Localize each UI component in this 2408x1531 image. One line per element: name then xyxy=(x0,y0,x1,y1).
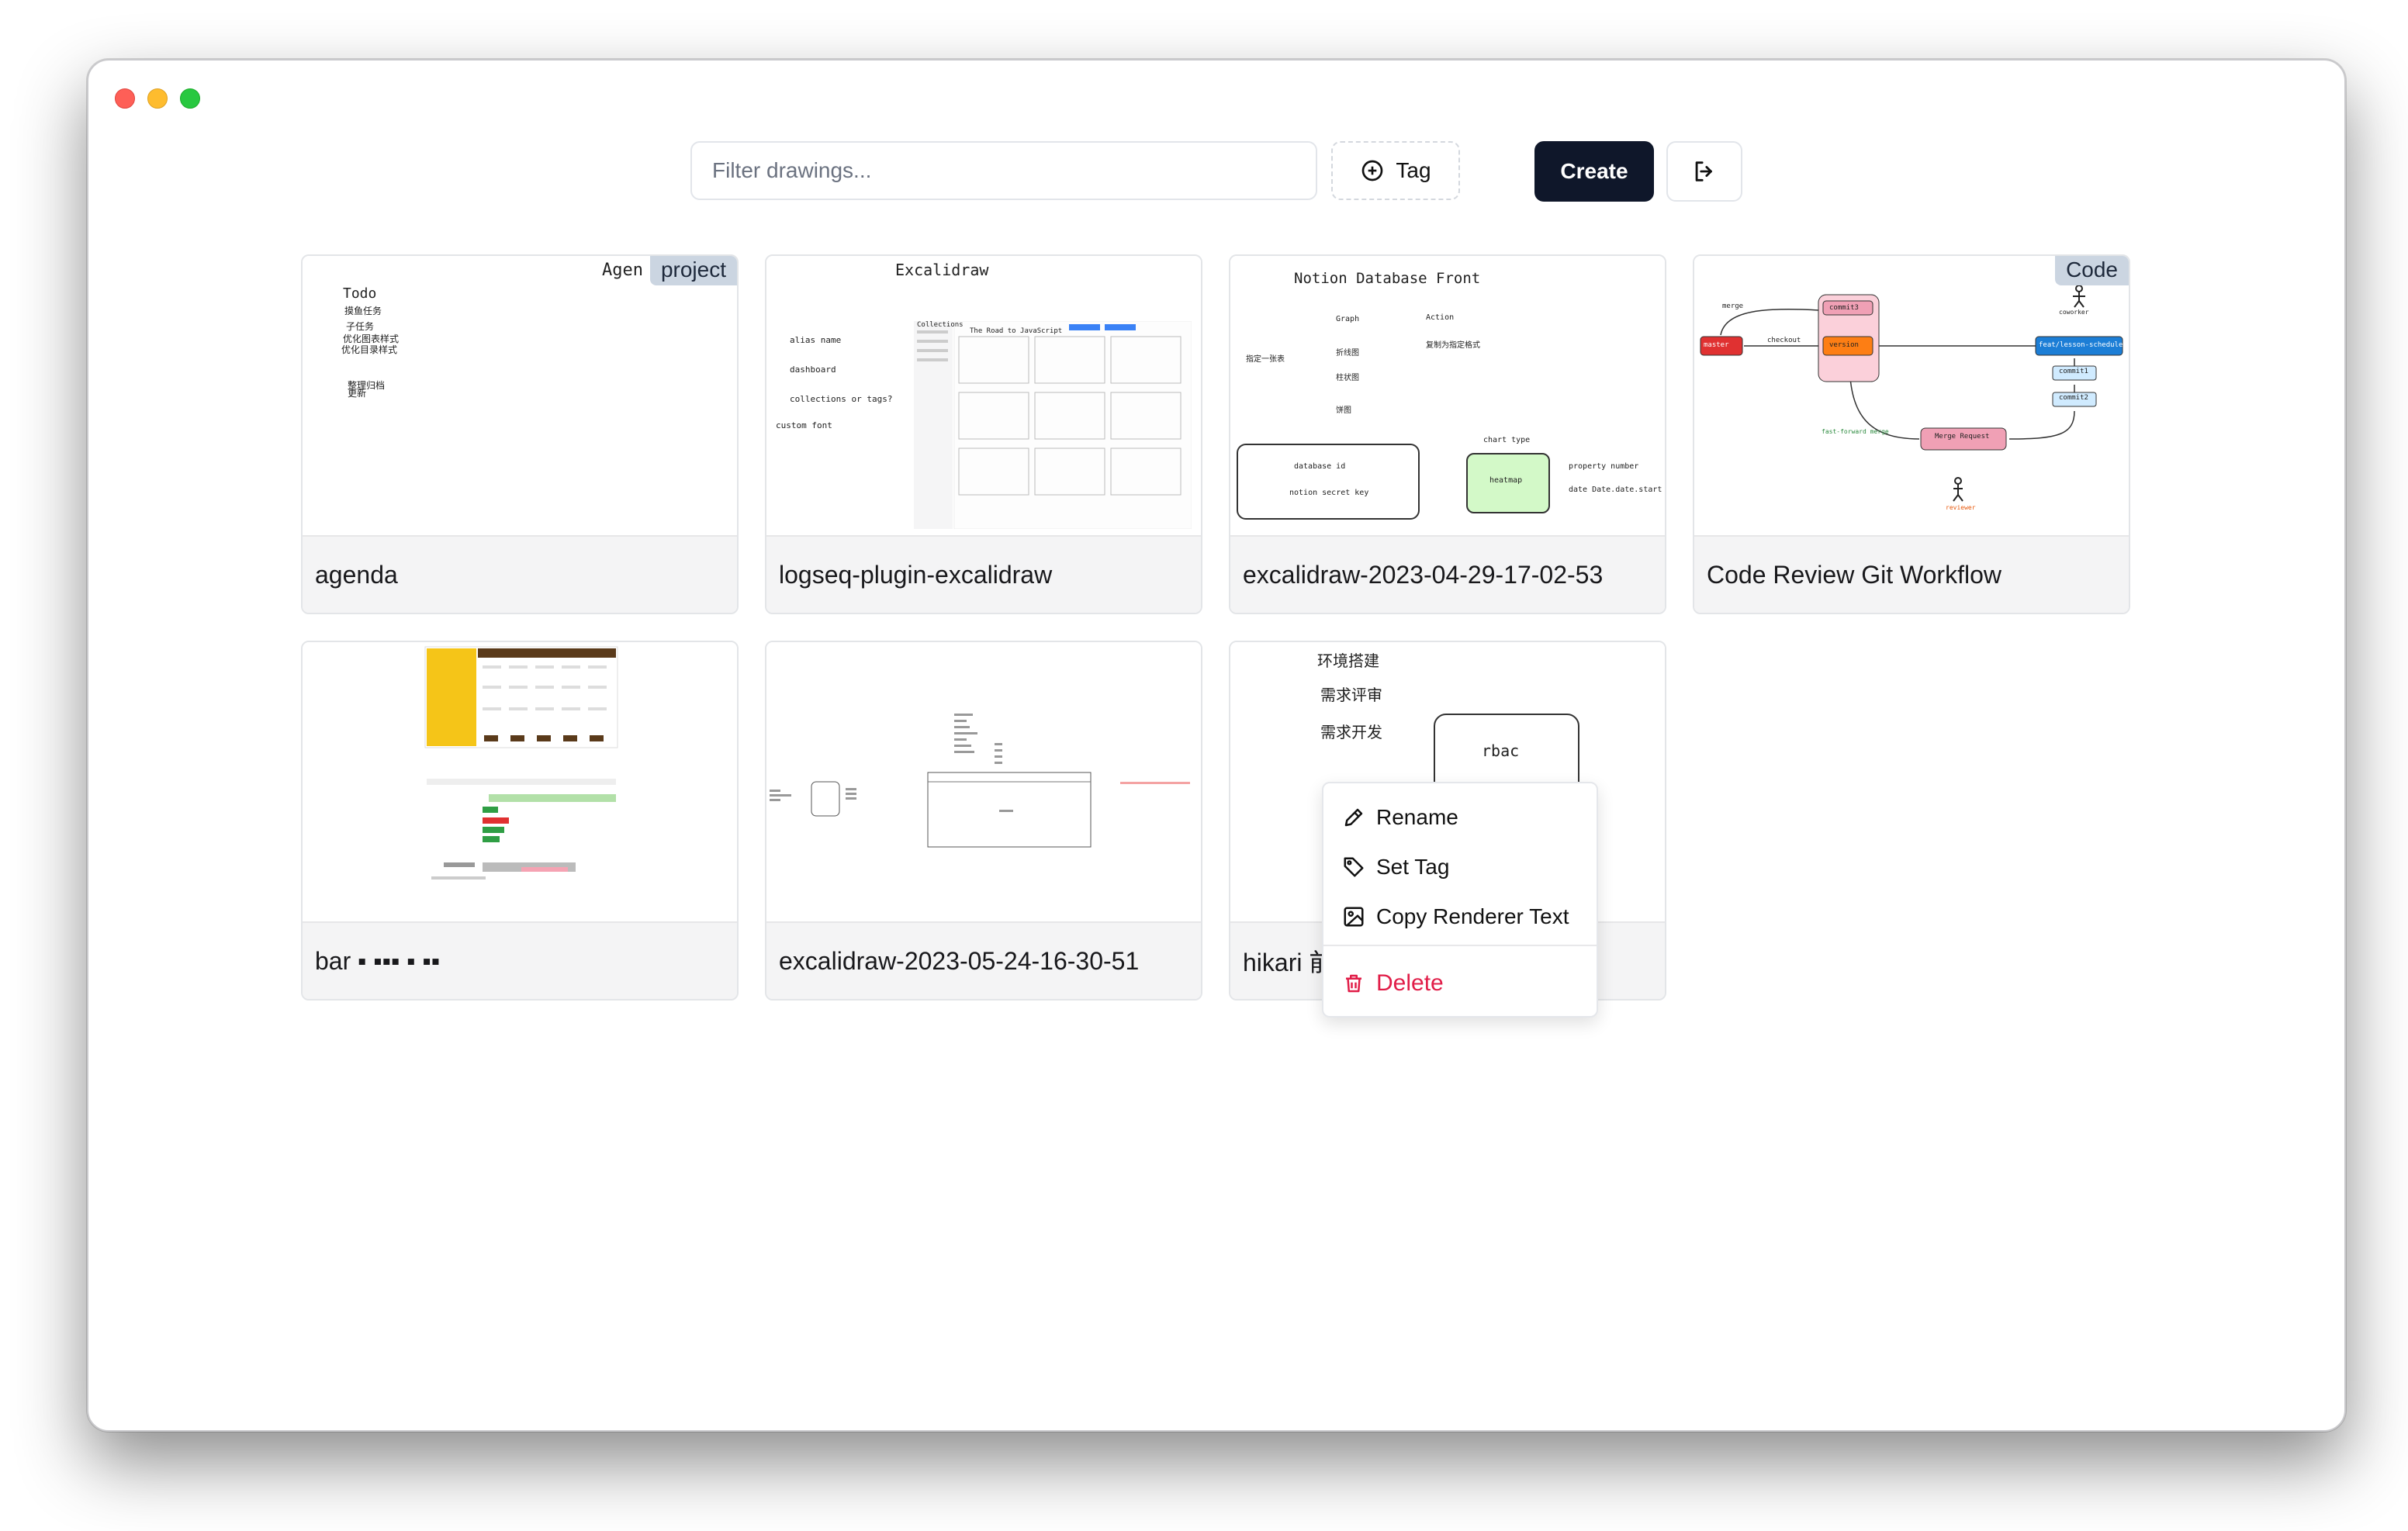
drawing-thumbnail: Agen Todo 摸鱼任务 子任务 优化图表样式 优化目录样式 整理归档 更新 xyxy=(303,256,737,535)
sketch-text: fast-forward merge xyxy=(1822,428,1889,435)
menu-divider xyxy=(1323,945,1597,946)
delete-label: Delete xyxy=(1376,970,1444,996)
drawing-thumbnail: Notion Database Front Graph Action 折线图 复… xyxy=(1230,256,1665,535)
sketch-text: 复制为指定格式 xyxy=(1426,341,1480,350)
minimize-window-button[interactable] xyxy=(147,88,168,109)
drawing-card[interactable]: Excalidraw alias name dashboard collecti… xyxy=(765,254,1202,614)
drawing-card[interactable]: bar ▪ ▪▪▪ ▪ ▪▪ xyxy=(301,641,739,1001)
copy-renderer-text-menu-item[interactable]: Copy Renderer Text xyxy=(1323,895,1597,938)
set-tag-menu-item[interactable]: Set Tag xyxy=(1323,845,1597,889)
context-menu: Rename Set Tag Copy Renderer Text Delete xyxy=(1322,782,1598,1018)
sketch-text: 需求开发 xyxy=(1320,723,1382,741)
menu-item-label: Rename xyxy=(1376,805,1458,829)
trash-icon xyxy=(1346,974,1361,993)
create-button[interactable]: Create xyxy=(1534,141,1654,202)
image-icon xyxy=(1344,907,1364,927)
tag-filter-button[interactable]: Tag xyxy=(1331,141,1460,200)
sketch-text: database id xyxy=(1294,462,1346,471)
tag-icon xyxy=(1344,857,1364,877)
sketch-text: checkout xyxy=(1767,337,1801,344)
sketch-text: 子任务 xyxy=(346,321,375,332)
filter-input[interactable] xyxy=(690,141,1317,200)
sketch-text: master xyxy=(1704,341,1729,349)
card-title: Code Review Git Workflow xyxy=(1694,535,2129,613)
sketch-text: commit2 xyxy=(2059,394,2088,402)
sketch-text: notion secret key xyxy=(1289,489,1369,497)
sketch-text: 指定一张表 xyxy=(1246,355,1285,364)
drawing-card[interactable]: Notion Database Front Graph Action 折线图 复… xyxy=(1229,254,1666,614)
sketch-text: 饼图 xyxy=(1336,406,1351,415)
tag-badge: project xyxy=(649,256,737,285)
sketch-text: Collections xyxy=(917,321,964,329)
drawing-thumbnail xyxy=(766,642,1201,921)
menu-item-label: Copy Renderer Text xyxy=(1376,904,1569,928)
sketch-text: The Road to JavaScript xyxy=(970,327,1063,335)
sketch-text: reviewer xyxy=(1946,504,1976,511)
card-title: bar ▪ ▪▪▪ ▪ ▪▪ xyxy=(303,921,737,999)
sketch-diagram xyxy=(770,714,1190,848)
sketch-text: dashboard xyxy=(790,365,836,375)
sketch-text: feat/lesson-schedule xyxy=(2039,341,2123,349)
sketch-text: Merge Request xyxy=(1935,433,1990,441)
sketch-text: merge xyxy=(1722,302,1744,310)
sketch-text: coworker xyxy=(2059,309,2089,316)
delete-menu-item[interactable]: Delete xyxy=(1323,962,1597,1005)
sketch-text: 更新 xyxy=(348,388,367,399)
sketch-text: Excalidraw xyxy=(895,261,989,279)
sketch-text: Action xyxy=(1426,313,1455,322)
drawing-card[interactable]: excalidraw-2023-05-24-16-30-51 xyxy=(765,641,1202,1001)
tag-button-label: Tag xyxy=(1396,158,1431,182)
sketch-text: custom font xyxy=(776,420,832,430)
menu-item-label: Set Tag xyxy=(1376,855,1450,879)
sketch-text: date Date.date.start xyxy=(1569,486,1662,494)
sketch-text: 摸鱼任务 xyxy=(344,306,382,316)
sketch-text: chart type xyxy=(1483,436,1531,444)
app-window: Tag Create Agen Todo 摸鱼任务 子任务 优化图表样式 优化目… xyxy=(87,59,2346,1432)
sketch-screenshot xyxy=(424,646,618,880)
pencil-icon xyxy=(1344,808,1363,827)
sketch-box xyxy=(1237,444,1420,520)
logout-icon xyxy=(1695,161,1712,181)
card-title: excalidraw-2023-04-29-17-02-53 xyxy=(1230,535,1665,613)
sketch-text: commit1 xyxy=(2059,368,2088,375)
plus-circle-icon xyxy=(1362,160,1383,181)
card-title: excalidraw-2023-05-24-16-30-51 xyxy=(766,921,1201,999)
card-title: logseq-plugin-excalidraw xyxy=(766,535,1201,613)
sketch-text: commit3 xyxy=(1829,304,1859,312)
sketch-text: Agen xyxy=(602,261,643,280)
sketch-text: 环境搭建 xyxy=(1317,651,1379,670)
sketch-text: Notion Database Front xyxy=(1294,270,1481,287)
tag-badge: Code xyxy=(2055,256,2129,285)
rename-menu-item[interactable]: Rename xyxy=(1323,796,1597,839)
logout-button[interactable] xyxy=(1666,141,1742,202)
close-window-button[interactable] xyxy=(115,88,135,109)
drawing-card[interactable]: Agen Todo 摸鱼任务 子任务 优化图表样式 优化目录样式 整理归档 更新… xyxy=(301,254,739,614)
sketch-text: 优化目录样式 xyxy=(341,344,398,355)
sketch-text: version xyxy=(1829,341,1859,349)
sketch-text: 需求评审 xyxy=(1320,686,1382,704)
sketch-text: property number xyxy=(1569,462,1639,471)
sketch-text: collections or tags? xyxy=(790,394,893,404)
drawing-thumbnail: master version commit3 feat/lesson-sched… xyxy=(1694,256,2129,535)
sketch-text: Todo xyxy=(343,285,377,302)
sketch-text: rbac xyxy=(1482,741,1520,760)
card-title: agenda xyxy=(303,535,737,613)
maximize-window-button[interactable] xyxy=(180,88,200,109)
window-controls xyxy=(115,88,200,109)
drawing-card[interactable]: master version commit3 feat/lesson-sched… xyxy=(1693,254,2130,614)
drawing-thumbnail xyxy=(303,642,737,921)
sketch-text: 柱状图 xyxy=(1336,374,1359,382)
sketch-text: heatmap xyxy=(1489,476,1523,485)
sketch-text: 折线图 xyxy=(1336,349,1359,358)
sketch-screenshot xyxy=(914,321,1192,529)
sketch-text: alias name xyxy=(790,335,842,345)
drawing-thumbnail: Excalidraw alias name dashboard collecti… xyxy=(766,256,1201,535)
sketch-text: Graph xyxy=(1336,315,1360,323)
